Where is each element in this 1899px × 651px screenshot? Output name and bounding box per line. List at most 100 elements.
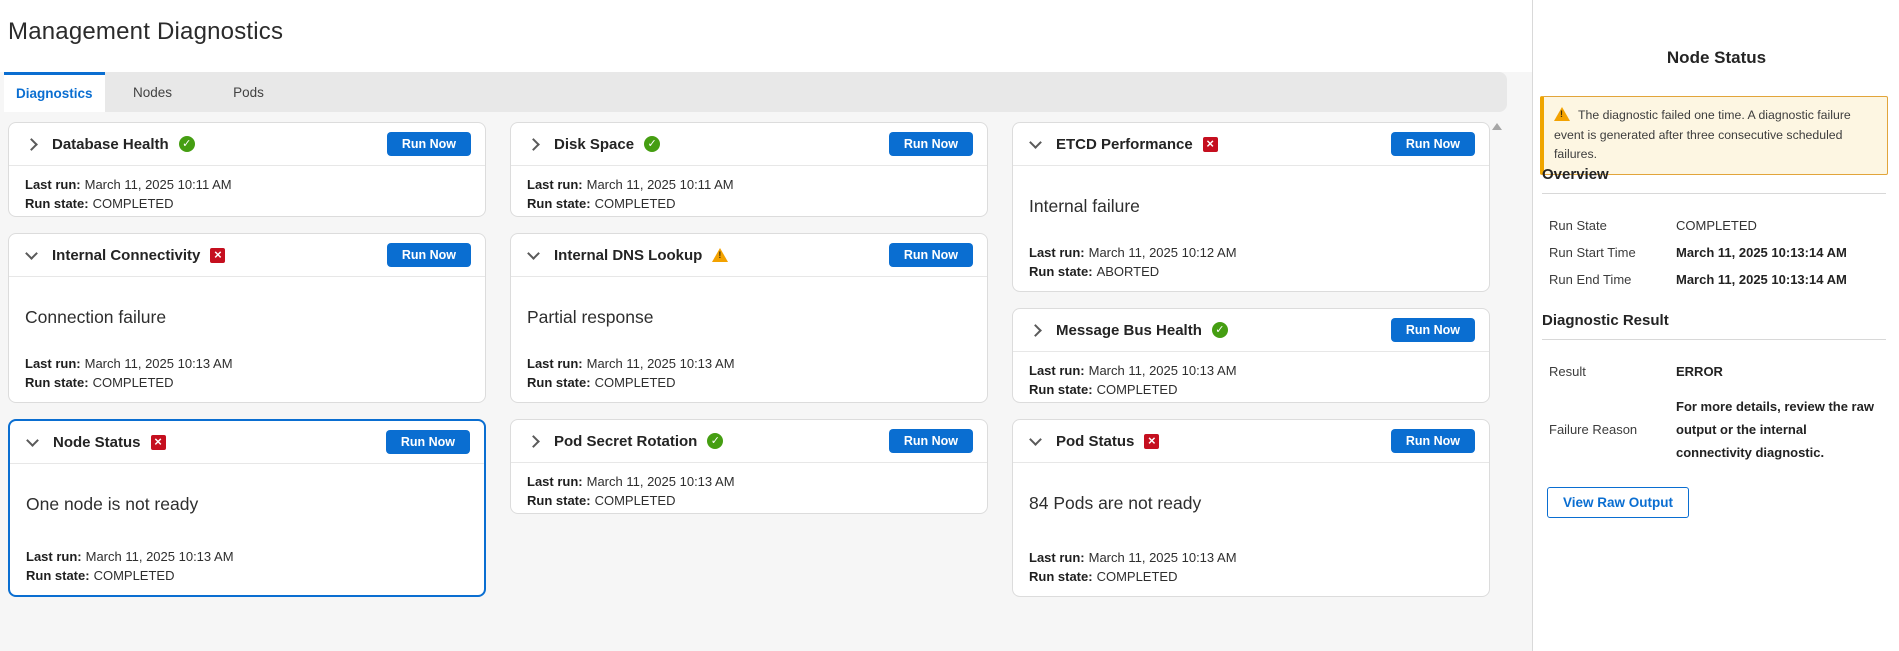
card-header[interactable]: Internal Connectivity Run Now xyxy=(9,234,485,277)
run-state-label: Run state: xyxy=(527,196,591,211)
last-run-label: Last run: xyxy=(25,177,81,192)
card-title: Pod Status xyxy=(1056,433,1134,450)
tab-nodes-label: Nodes xyxy=(133,85,172,100)
card-header[interactable]: Pod Status Run Now xyxy=(1013,420,1489,463)
overview-row: Run Start Time March 11, 2025 10:13:14 A… xyxy=(1542,245,1886,260)
overview-row: Run State COMPLETED xyxy=(1542,218,1886,233)
run-state-label: Run state: xyxy=(527,493,591,508)
run-state-value: COMPLETED xyxy=(1097,569,1178,584)
card-header[interactable]: Database Health Run Now xyxy=(9,123,485,166)
run-state-line: Run state:COMPLETED xyxy=(527,373,735,392)
diagnostic-message: Partial response xyxy=(527,283,971,328)
failure-reason-value: For more details, review the raw output … xyxy=(1676,395,1886,464)
card-meta: Last run:March 11, 2025 10:13 AM Run sta… xyxy=(1029,548,1237,586)
card-meta: Last run:March 11, 2025 10:11 AM Run sta… xyxy=(527,172,971,213)
run-state-label: Run state: xyxy=(25,375,89,390)
tab-bar: Diagnostics Nodes Pods xyxy=(4,72,1507,112)
chevron-down-icon[interactable] xyxy=(527,247,540,260)
scroll-up-arrow-icon[interactable] xyxy=(1492,123,1502,130)
run-state-line: Run state:COMPLETED xyxy=(1029,567,1237,586)
overview-section: Overview Run State COMPLETED Run Start T… xyxy=(1542,166,1886,299)
run-state-value: COMPLETED xyxy=(93,196,174,211)
card-body: Partial response Last run:March 11, 2025… xyxy=(511,277,987,401)
card-header[interactable]: ETCD Performance Run Now xyxy=(1013,123,1489,166)
run-now-button[interactable]: Run Now xyxy=(1391,429,1475,453)
card-meta: Last run:March 11, 2025 10:12 AM Run sta… xyxy=(1029,243,1237,281)
last-run-label: Last run: xyxy=(25,356,81,371)
run-state-label: Run State xyxy=(1542,218,1676,233)
panel-title: Node Status xyxy=(1534,48,1899,68)
diagnostic-result-section: Diagnostic Result Result ERROR Failure R… xyxy=(1542,312,1886,476)
card-body: One node is not ready Last run:March 11,… xyxy=(10,464,484,594)
card-meta: Last run: March 11, 2025 10:13 AM Run sta… xyxy=(1029,358,1473,399)
run-end-time-value: March 11, 2025 10:13:14 AM xyxy=(1676,272,1886,287)
warning-banner: The diagnostic failed one time. A diagno… xyxy=(1540,96,1888,175)
chevron-right-icon[interactable] xyxy=(527,435,540,448)
failure-reason-label: Failure Reason xyxy=(1542,422,1676,437)
card-title: Database Health xyxy=(52,136,169,153)
run-now-button[interactable]: Run Now xyxy=(889,132,973,156)
card-pod-secret-rotation: Pod Secret Rotation Run Now Last run:Mar… xyxy=(510,419,988,514)
page-header: Management Diagnostics xyxy=(0,0,1532,72)
last-run-label: Last run: xyxy=(527,474,583,489)
run-start-time-value: March 11, 2025 10:13:14 AM xyxy=(1676,245,1886,260)
last-run-value: March 11, 2025 10:13 AM xyxy=(1089,550,1237,565)
run-state-line: Run state:COMPLETED xyxy=(1029,380,1473,399)
check-circle-icon xyxy=(644,136,660,152)
last-run-line: Last run: March 11, 2025 10:13 AM xyxy=(25,354,233,373)
run-now-button[interactable]: Run Now xyxy=(387,243,471,267)
last-run-line: Last run:March 11, 2025 10:11 AM xyxy=(527,175,971,194)
card-header[interactable]: Node Status Run Now xyxy=(10,421,484,464)
run-state-line: Run state:COMPLETED xyxy=(26,566,234,585)
grid-column-2: Disk Space Run Now Last run:March 11, 20… xyxy=(510,122,988,597)
last-run-value: March 11, 2025 10:13 AM xyxy=(587,356,735,371)
last-run-value: March 11, 2025 10:13 AM xyxy=(85,356,233,371)
card-title: Disk Space xyxy=(554,136,634,153)
card-disk-space: Disk Space Run Now Last run:March 11, 20… xyxy=(510,122,988,217)
check-circle-icon xyxy=(179,136,195,152)
last-run-label: Last run: xyxy=(1029,245,1085,260)
card-meta: Last run:March 11, 2025 10:13 AM Run sta… xyxy=(527,469,971,510)
chevron-right-icon[interactable] xyxy=(527,138,540,151)
card-etcd-performance: ETCD Performance Run Now Internal failur… xyxy=(1012,122,1490,292)
tab-pods[interactable]: Pods xyxy=(201,72,297,112)
view-raw-output-button[interactable]: View Raw Output xyxy=(1547,487,1689,518)
page-title: Management Diagnostics xyxy=(8,18,283,46)
warning-triangle-icon xyxy=(1554,107,1570,121)
run-now-button[interactable]: Run Now xyxy=(1391,132,1475,156)
last-run-line: Last run: March 11, 2025 10:13 AM xyxy=(1029,361,1473,380)
chevron-down-icon[interactable] xyxy=(1029,136,1042,149)
card-title: ETCD Performance xyxy=(1056,136,1193,153)
warning-text: The diagnostic failed one time. A diagno… xyxy=(1554,108,1851,161)
run-now-button[interactable]: Run Now xyxy=(1391,318,1475,342)
x-square-icon xyxy=(1203,137,1218,152)
tab-diagnostics[interactable]: Diagnostics xyxy=(4,72,105,112)
grid-column-3: ETCD Performance Run Now Internal failur… xyxy=(1012,122,1490,597)
run-now-button[interactable]: Run Now xyxy=(386,430,470,454)
last-run-label: Last run: xyxy=(1029,363,1085,378)
run-now-button[interactable]: Run Now xyxy=(889,429,973,453)
management-diagnostics-page: Management Diagnostics Diagnostics Nodes… xyxy=(0,0,1899,651)
result-value: ERROR xyxy=(1676,364,1886,379)
chevron-right-icon[interactable] xyxy=(25,138,38,151)
card-header[interactable]: Disk Space Run Now xyxy=(511,123,987,166)
last-run-value: March 11, 2025 10:13 AM xyxy=(1089,363,1237,378)
card-header[interactable]: Message Bus Health Run Now xyxy=(1013,309,1489,352)
card-header[interactable]: Pod Secret Rotation Run Now xyxy=(511,420,987,463)
run-now-button[interactable]: Run Now xyxy=(387,132,471,156)
chevron-right-icon[interactable] xyxy=(1029,324,1042,337)
check-circle-icon xyxy=(707,433,723,449)
chevron-down-icon[interactable] xyxy=(1029,433,1042,446)
card-message-bus-health: Message Bus Health Run Now Last run: Marc… xyxy=(1012,308,1490,403)
run-now-button[interactable]: Run Now xyxy=(889,243,973,267)
card-internal-connectivity: Internal Connectivity Run Now Connection… xyxy=(8,233,486,403)
card-header[interactable]: Internal DNS Lookup Run Now xyxy=(511,234,987,277)
diagnostic-message: Internal failure xyxy=(1029,172,1473,217)
chevron-down-icon[interactable] xyxy=(25,247,38,260)
run-end-time-label: Run End Time xyxy=(1542,272,1676,287)
tab-nodes[interactable]: Nodes xyxy=(105,72,201,112)
run-state-value: ABORTED xyxy=(1097,264,1160,279)
chevron-down-icon[interactable] xyxy=(26,434,39,447)
run-state-line: Run state:ABORTED xyxy=(1029,262,1237,281)
run-state-value: COMPLETED xyxy=(1097,382,1178,397)
